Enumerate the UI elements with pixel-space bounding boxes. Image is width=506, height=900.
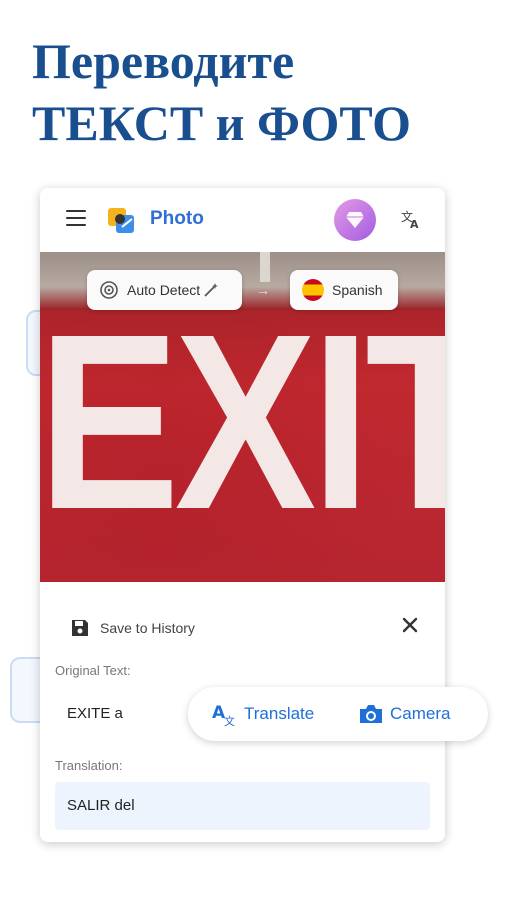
swap-arrow-icon[interactable]: → <box>256 282 270 298</box>
save-icon <box>72 620 88 636</box>
translation-value: SALIR del <box>67 797 135 814</box>
translate-icon: A 文 <box>212 703 235 726</box>
translation-label: Translation: <box>55 758 123 773</box>
original-text-label: Original Text: <box>55 663 131 678</box>
spain-flag-icon <box>302 279 324 301</box>
camera-button[interactable]: Camera <box>358 687 450 741</box>
close-icon[interactable] <box>400 615 420 635</box>
menu-icon[interactable] <box>66 210 86 228</box>
premium-button[interactable] <box>334 199 376 241</box>
ceiling-fixture <box>260 252 270 282</box>
save-to-history-button[interactable]: Save to History <box>70 618 195 638</box>
headline-line-2: ТЕКСТ и ФОТО <box>32 95 412 151</box>
svg-text:A: A <box>410 218 419 230</box>
magic-wand-icon <box>204 283 219 297</box>
save-to-history-label: Save to History <box>100 620 195 636</box>
source-language-label: Auto Detect <box>127 282 201 298</box>
promo-headline: Переводите ТЕКСТ и ФОТО <box>0 30 506 154</box>
camera-label: Camera <box>390 704 451 723</box>
source-language-chip[interactable]: Auto Detect <box>87 270 242 310</box>
target-icon <box>100 281 118 299</box>
svg-text:文: 文 <box>224 714 235 726</box>
app-logo-icon <box>108 208 134 233</box>
app-screen: Photo 文 A EXIT Auto Detect → Spa <box>40 188 445 842</box>
translate-label: Translate <box>244 704 315 723</box>
exit-sign-text: EXIT <box>40 282 445 561</box>
target-language-chip[interactable]: Spanish <box>290 270 398 310</box>
action-pill: A 文 Translate Camera <box>188 687 488 741</box>
original-text-value[interactable]: EXITE a <box>67 705 123 722</box>
translate-button[interactable]: A 文 Translate <box>212 687 314 741</box>
headline-line-1: Переводите <box>32 33 295 89</box>
camera-icon <box>360 705 382 723</box>
translation-box[interactable]: SALIR del <box>55 782 430 830</box>
translate-language-icon[interactable]: 文 A <box>400 208 422 230</box>
app-bar: Photo 文 A <box>40 188 445 252</box>
target-language-label: Spanish <box>332 282 383 298</box>
diamond-icon <box>346 212 364 228</box>
app-title: Photo <box>150 208 204 229</box>
